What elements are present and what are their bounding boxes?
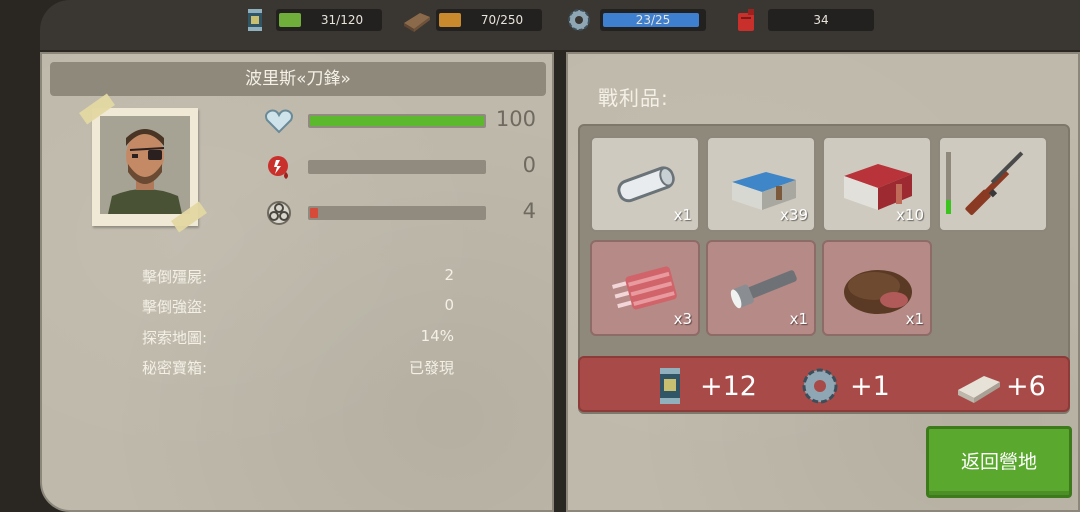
character-panel: 波里斯«刀鋒» 100 0 4 擊倒殭屍: 2 擊倒強盜: 0 探索地圖: 14… [40,52,554,512]
resource-bar: 31/120 70/250 23/25 34 [40,0,1080,50]
gear-icon [800,366,840,406]
durability-fill [946,200,951,214]
loot-slot-bandage[interactable]: x1 [590,136,700,232]
can-icon [242,7,268,33]
health-stat: 100 [264,107,544,134]
bleeding-stat: 0 [264,153,544,180]
record-chest: 秘密寶箱: 已發現 [142,359,454,377]
parts-value: 23/25 [635,13,671,27]
game-screen: 31/120 70/250 23/25 34 波里斯«刀鋒» 100 0 4 擊… [0,0,1080,512]
record-bandits: 擊倒強盜: 0 [142,296,454,316]
biohazard-icon [264,200,294,226]
wood-plank-icon [956,366,1000,406]
reward-parts: +1 [800,366,890,406]
heart-icon [264,108,294,134]
gear-icon [566,7,592,33]
resource-wood: 70/250 [402,7,542,33]
resource-food: 31/120 [242,7,382,33]
reward-food: +12 [650,366,757,406]
infection-fill [310,208,318,218]
bleeding-value: 0 [522,153,536,177]
loot-slot-red-ammo[interactable]: x10 [822,136,932,232]
reward-wood: +6 [956,366,1046,406]
avatar [100,116,190,214]
health-value: 100 [495,107,536,131]
resource-parts: 23/25 [566,7,706,33]
loot-slot-raw-meat[interactable]: x3 [590,240,700,336]
fuel-value: 34 [813,13,829,27]
loot-slot-rifle[interactable] [938,136,1048,232]
health-fill [310,116,484,126]
infection-stat: 4 [264,199,544,226]
character-portrait [92,108,198,226]
infection-value: 4 [522,199,536,223]
hunting-rifle-icon [954,148,1036,220]
resource-fuel: 34 [734,7,874,33]
character-name: 波里斯«刀鋒» [50,62,546,96]
fuel-can-icon [734,7,760,33]
loot-panel: 戰利品: x1 x39 x10 x3 x1 x1 +12 +1 +6 返回營地 [566,52,1080,512]
loot-slot-blue-ammo[interactable]: x39 [706,136,816,232]
food-value: 31/120 [320,13,364,27]
return-camp-button[interactable]: 返回營地 [926,426,1072,498]
wood-plank-icon [402,7,430,33]
loot-title: 戰利品: [598,86,669,110]
bleeding-icon [264,154,294,180]
record-zombies: 擊倒殭屍: 2 [142,266,454,286]
wood-value: 70/250 [480,13,524,27]
loot-slot-roast-meat[interactable]: x1 [822,240,932,336]
can-icon [650,366,690,406]
reward-bar: +12 +1 +6 [578,356,1070,412]
loot-slot-flashlight[interactable]: x1 [706,240,816,336]
record-map: 探索地圖: 14% [142,327,454,347]
